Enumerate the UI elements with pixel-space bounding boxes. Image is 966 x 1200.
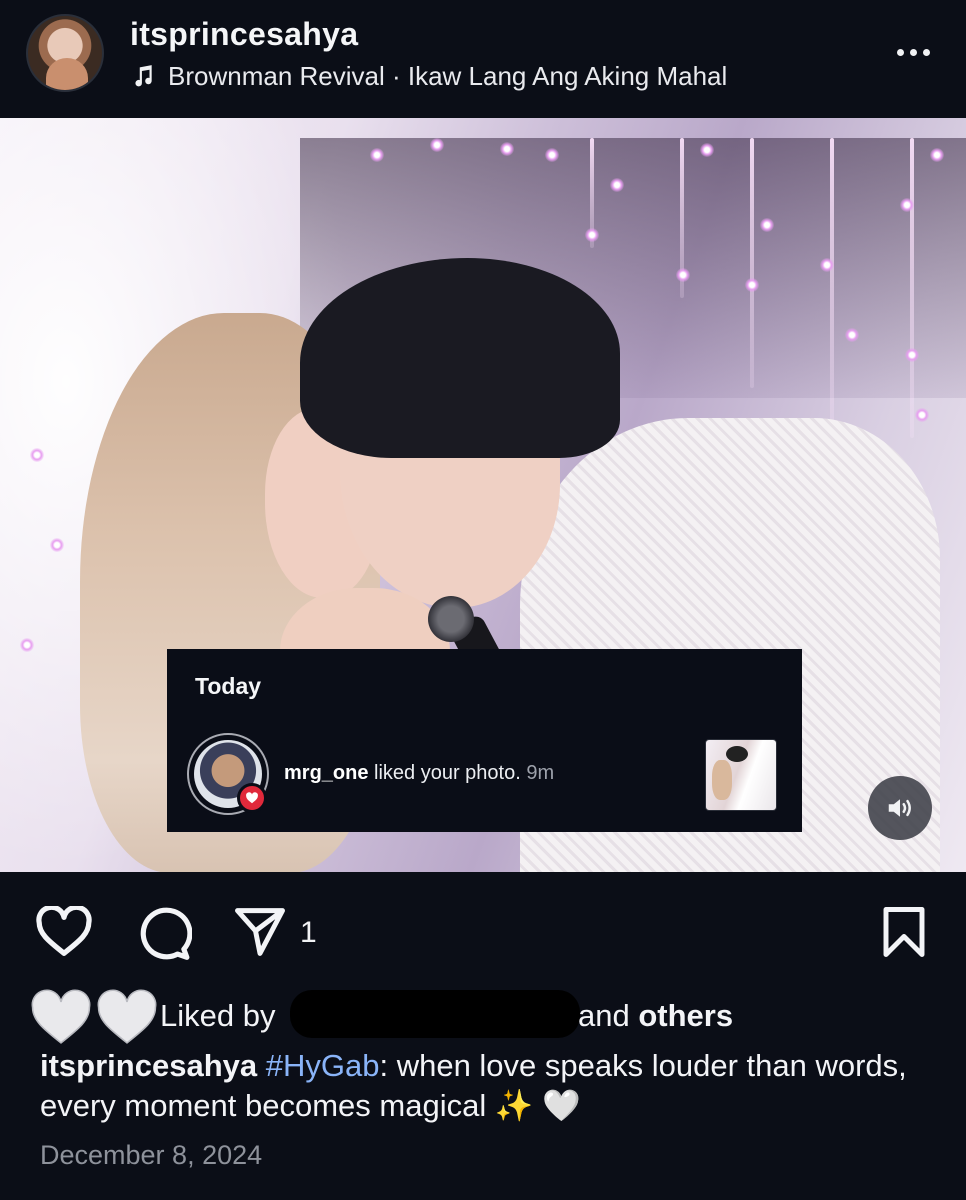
music-attribution[interactable]: Brownman Revival · Ikaw Lang Ang Aking M… (130, 60, 727, 92)
share-count: 1 (300, 916, 317, 949)
activity-notification[interactable]: Today mrg_one liked your photo. 9m (167, 649, 802, 832)
save-button[interactable] (876, 902, 932, 962)
light-dot (20, 638, 34, 652)
light-dot (545, 148, 559, 162)
light-dot (845, 328, 859, 342)
light-dot (30, 448, 44, 462)
notification-username[interactable]: mrg_one (284, 762, 368, 784)
share-button[interactable] (230, 904, 290, 960)
post-action-bar: 1 (0, 872, 966, 982)
light-dot (745, 278, 759, 292)
caption-hashtag[interactable]: #HyGab (266, 1048, 380, 1083)
heart-outline-icon (36, 906, 92, 956)
liked-by-others-label[interactable]: others (638, 998, 733, 1033)
white-heart-icon (97, 989, 157, 1044)
music-label: Brownman Revival · Ikaw Lang Ang Aking M… (168, 60, 728, 91)
light-dot (905, 348, 919, 362)
more-options-dot (909, 48, 917, 56)
light-string (750, 138, 754, 388)
light-dot (700, 143, 714, 157)
light-dot (900, 198, 914, 212)
send-icon (235, 908, 285, 956)
white-heart-icon (31, 989, 91, 1044)
like-button[interactable] (34, 904, 94, 960)
light-dot (370, 148, 384, 162)
light-dot (930, 148, 944, 162)
post-caption: itsprincesahya #HyGab: when love speaks … (40, 1046, 940, 1126)
notification-action: liked your photo. (374, 762, 521, 784)
sound-toggle-button[interactable] (868, 776, 932, 840)
likes-summary[interactable]: Liked by and others (30, 984, 966, 1052)
post-date: December 8, 2024 (40, 1140, 263, 1170)
liked-by-label: Liked by (160, 998, 276, 1033)
notification-section-title: Today (195, 673, 262, 699)
bookmark-icon (883, 907, 925, 957)
light-string (830, 138, 834, 428)
liker-avatars (30, 984, 170, 1052)
light-dot (610, 178, 624, 192)
post-header: itsprincesahya Brownman Revival · Ikaw L… (0, 0, 966, 118)
sound-on-icon (888, 799, 911, 817)
liked-by-connector: and (578, 998, 630, 1033)
light-dot (50, 538, 64, 552)
caption-username[interactable]: itsprincesahya (40, 1048, 257, 1083)
notification-text: mrg_one liked your photo. 9m (284, 762, 554, 785)
light-string (910, 138, 914, 438)
light-dot (676, 268, 690, 282)
notification-photo-thumbnail[interactable] (705, 739, 777, 811)
man-hair (300, 258, 620, 458)
music-note-icon (135, 65, 152, 87)
post-username[interactable]: itsprincesahya (130, 16, 358, 53)
more-options-button[interactable] (888, 40, 938, 64)
redacted-username (290, 990, 580, 1038)
light-dot (915, 408, 929, 422)
heart-badge-icon (237, 783, 267, 813)
more-options-icon (896, 48, 904, 56)
heart-icon (246, 792, 258, 804)
light-dot (430, 138, 444, 152)
microphone (428, 596, 474, 642)
light-dot (760, 218, 774, 232)
light-dot (500, 142, 514, 156)
light-dot (585, 228, 599, 242)
liked-by-others[interactable]: and others (578, 998, 733, 1034)
more-options-dot (922, 48, 930, 56)
light-dot (820, 258, 834, 272)
comment-icon (140, 907, 192, 960)
notification-time: 9m (526, 762, 555, 784)
profile-avatar[interactable] (26, 14, 104, 92)
comment-button[interactable] (134, 904, 194, 964)
